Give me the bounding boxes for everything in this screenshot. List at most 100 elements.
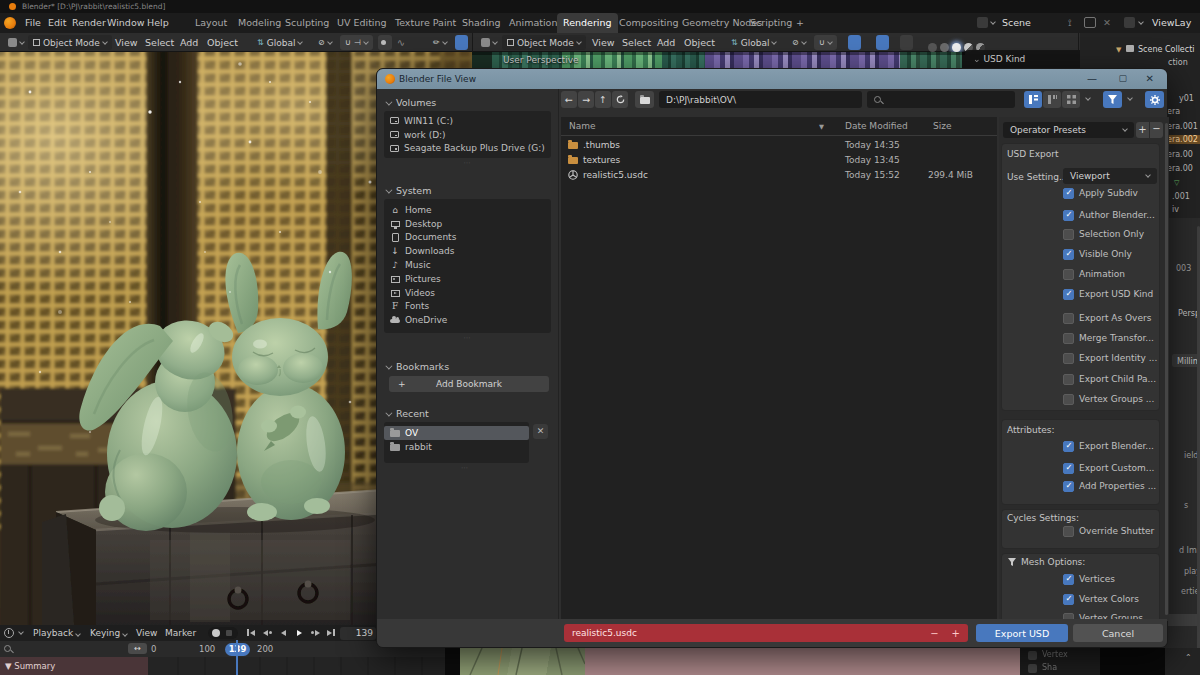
tab-add[interactable]: + [790,13,810,33]
checkbox-merge-transform[interactable] [1063,333,1074,344]
autokey-button[interactable] [208,627,238,639]
preset-add-button[interactable]: + [1136,122,1149,138]
maximize-button[interactable]: ▢ [1118,73,1127,83]
tab-animation[interactable]: Animation [503,13,563,33]
checkbox-export-as-overs[interactable] [1063,313,1074,324]
properties-scrollbar[interactable] [1197,226,1200,650]
system-item-pictures[interactable]: Pictures [384,272,551,286]
unlink-icon[interactable]: ✕ [1103,17,1111,28]
object-mode-dropdown[interactable]: Object Mode [28,35,112,50]
menu-object[interactable]: Object [207,37,238,48]
nav-refresh-button[interactable] [612,91,628,108]
scene-name[interactable]: Scene [1002,17,1031,28]
preset-remove-button[interactable]: − [1150,122,1163,138]
system-item-home[interactable]: ⌂Home [384,203,551,217]
path-field[interactable]: D:\PJ\rabbit\OV\ [659,91,862,108]
tab-compositing[interactable]: Compositing [613,13,685,33]
nav-up-button[interactable]: ↑ [595,91,611,108]
column-size[interactable]: Size [933,121,951,131]
file-row[interactable]: textures Today 13:45 [561,152,997,167]
viewlayer-icon[interactable] [1124,17,1135,28]
cancel-button[interactable]: Cancel [1073,624,1163,642]
tab-uv-editing[interactable]: UV Editing [331,13,393,33]
view-thumbnail-button[interactable] [1062,91,1080,108]
section-system[interactable]: System [385,185,431,196]
system-item-fonts[interactable]: FFonts [384,300,551,314]
checkbox-override-shutter[interactable] [1063,526,1074,537]
menu-view[interactable]: View [115,37,138,48]
system-item-desktop[interactable]: Desktop [384,217,551,231]
outliner-row-collection[interactable]: ction [1168,58,1188,67]
tab-sculpting[interactable]: Sculpting [279,13,335,33]
snap-dropdown-2[interactable]: ∪ [814,35,837,50]
increment-button[interactable]: + [952,628,960,639]
gizmo-toggle[interactable] [848,35,861,50]
export-usd-button[interactable]: Export USD [976,624,1068,642]
tab-texture-paint[interactable]: Texture Paint [389,13,462,33]
menu-add-2[interactable]: Add [657,37,675,48]
recent-item-ov[interactable]: OV [384,426,529,440]
clear-recent-button[interactable]: ✕ [533,424,548,439]
add-bookmark-button[interactable]: +Add Bookmark [389,376,549,392]
checkbox-export-child[interactable] [1063,374,1074,385]
sort-icon[interactable]: ▼ [819,123,824,131]
checkbox-visible-only[interactable] [1063,249,1074,260]
timeline-menu-playback[interactable]: Playback [33,628,80,638]
frame-field[interactable]: 139 [340,627,376,640]
overlay-toggle[interactable] [876,35,889,50]
new-folder-button[interactable] [635,91,654,108]
object-mode-dropdown-2[interactable]: Object Mode [502,35,586,50]
transport-controls[interactable] [245,627,337,638]
menu-select-2[interactable]: Select [622,37,651,48]
pivot-dropdown[interactable]: ⊘ [313,35,337,50]
blender-logo-icon[interactable] [4,17,16,29]
section-bookmarks[interactable]: Bookmarks [385,361,449,372]
usd-kind-panel[interactable]: ⌄ USD Kind [965,50,1090,68]
checkbox-export-identity[interactable] [1063,353,1074,364]
checkbox-vertex-colors[interactable] [1063,594,1074,605]
orientation-dropdown[interactable]: ⇅Global [252,35,307,50]
section-volumes[interactable]: Volumes [385,97,436,108]
menu-select[interactable]: Select [145,37,174,48]
volume-item[interactable]: work (D:) [384,128,551,142]
timeline-menu-marker[interactable]: Marker [165,628,196,638]
menu-window[interactable]: Window [107,17,144,28]
system-item-documents[interactable]: Documents [384,231,551,245]
volume-item[interactable]: Seagate Backup Plus Drive (G:) [384,142,551,156]
menu-help[interactable]: Help [147,17,169,28]
tool-icon[interactable] [455,35,468,50]
checkbox-export-custom[interactable] [1063,463,1074,474]
timeline-summary-track[interactable]: ▼ Summary [0,657,148,675]
view-horizontal-list-button[interactable] [1043,91,1061,108]
system-item-onedrive[interactable]: OneDrive [384,313,551,327]
system-item-music[interactable]: ♪Music [384,258,551,272]
minimize-button[interactable]: — [1087,73,1097,84]
falloff-icon[interactable]: ∿ [397,37,405,48]
snap-dropdown[interactable]: ∪⊣ [340,35,373,50]
settings-gear-button[interactable] [1145,91,1164,108]
viewlayer-name[interactable]: ViewLay [1152,17,1191,28]
annotate-dropdown[interactable]: ✏ [428,35,452,50]
checkbox-selection-only[interactable] [1063,229,1074,240]
tab-rendering[interactable]: Rendering [557,13,618,33]
menu-file[interactable]: File [25,17,41,28]
pin-icon[interactable]: ⟟ [1068,17,1072,29]
recent-item-rabbit[interactable]: rabbit [384,440,529,454]
system-item-downloads[interactable]: ↓Downloads [384,244,551,258]
outliner-row-scene-collection[interactable]: Scene Collecti [1138,45,1195,54]
menu-add[interactable]: Add [180,37,198,48]
proportional-icon[interactable] [378,35,392,50]
options-scrollbar[interactable] [1165,123,1168,615]
nav-forward-button[interactable]: → [578,91,594,108]
pivot-dropdown-2[interactable]: ⊘ [787,35,811,50]
xray-toggle[interactable] [900,35,913,50]
checkbox-apply-subdiv[interactable] [1063,188,1074,199]
checkbox-vertex-groups-1[interactable] [1063,394,1074,405]
checkbox-export-blender[interactable] [1063,441,1074,452]
scene-icon[interactable] [977,17,988,28]
playhead[interactable] [236,640,238,675]
menu-object-2[interactable]: Object [684,37,715,48]
file-row[interactable]: realistic5.usdc Today 15:52 299.4 MiB [561,167,997,182]
checkbox-animation[interactable] [1063,269,1074,280]
copy-icon[interactable] [1084,17,1096,28]
